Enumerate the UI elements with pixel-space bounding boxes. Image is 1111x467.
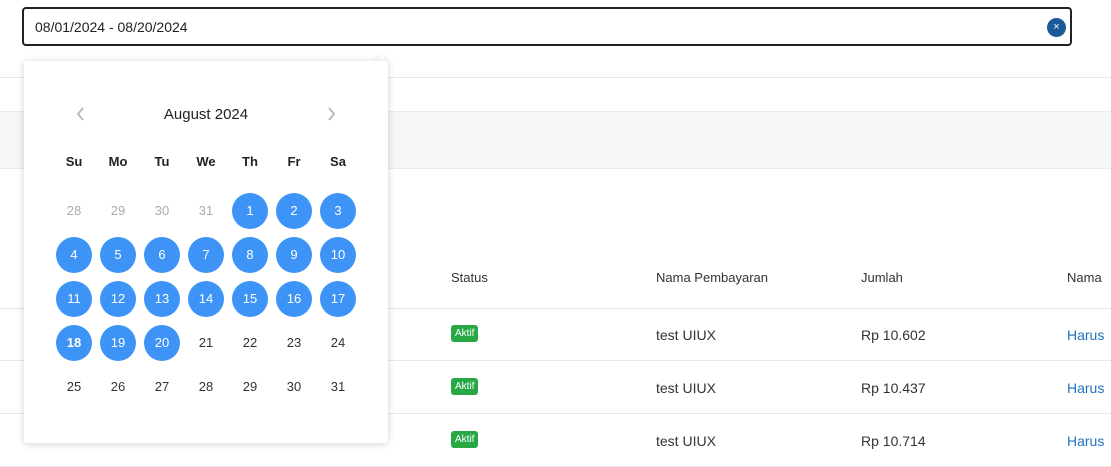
date-range-input[interactable]	[24, 9, 1070, 44]
calendar-day[interactable]: 20	[144, 325, 180, 361]
calendar-day[interactable]: 12	[100, 281, 136, 317]
calendar-day[interactable]: 21	[188, 325, 224, 361]
payment-name-cell: test UIUX	[656, 433, 716, 449]
name-link[interactable]: Harus	[1067, 380, 1104, 396]
calendar-day[interactable]: 29	[232, 369, 268, 405]
calendar-day[interactable]: 19	[100, 325, 136, 361]
close-icon: ×	[1053, 21, 1060, 33]
column-header-name: Nama	[1067, 270, 1102, 285]
name-link[interactable]: Harus	[1067, 433, 1104, 449]
status-badge: Aktif	[451, 325, 479, 342]
calendar-day[interactable]: 2	[276, 193, 312, 229]
calendar-day[interactable]: 25	[56, 369, 92, 405]
calendar-day[interactable]: 22	[232, 325, 268, 361]
calendar-day[interactable]: 23	[276, 325, 312, 361]
calendar-day[interactable]: 11	[56, 281, 92, 317]
amount-cell: Rp 10.437	[861, 380, 926, 396]
calendar-day[interactable]: 1	[232, 193, 268, 229]
calendar-day[interactable]: 31	[188, 193, 224, 229]
weekday-label: Su	[65, 154, 83, 169]
calendar-day[interactable]: 14	[188, 281, 224, 317]
calendar-day[interactable]: 5	[100, 237, 136, 273]
calendar-day[interactable]: 17	[320, 281, 356, 317]
calendar-day[interactable]: 24	[320, 325, 356, 361]
name-link[interactable]: Harus	[1067, 327, 1104, 343]
payment-name-cell: test UIUX	[656, 380, 716, 396]
column-header-amount: Jumlah	[861, 270, 903, 285]
date-picker-calendar: August 2024 Su Mo Tu We Th Fr Sa 28 29 30 3…	[24, 61, 388, 443]
amount-cell: Rp 10.602	[861, 327, 926, 343]
calendar-day[interactable]: 16	[276, 281, 312, 317]
column-header-payment-name: Nama Pembayaran	[656, 270, 768, 285]
weekday-label: We	[196, 154, 216, 169]
amount-cell: Rp 10.714	[861, 433, 926, 449]
calendar-day[interactable]: 9	[276, 237, 312, 273]
weekday-label: Mo	[108, 154, 128, 169]
weekday-label: Sa	[330, 154, 346, 169]
calendar-day[interactable]: 15	[232, 281, 268, 317]
calendar-day[interactable]: 10	[320, 237, 356, 273]
calendar-day[interactable]: 27	[144, 369, 180, 405]
calendar-day[interactable]: 31	[320, 369, 356, 405]
calendar-day[interactable]: 3	[320, 193, 356, 229]
calendar-day[interactable]: 28	[188, 369, 224, 405]
column-header-status: Status	[451, 270, 488, 285]
weekday-label: Th	[242, 154, 258, 169]
calendar-day[interactable]: 26	[100, 369, 136, 405]
calendar-day[interactable]: 7	[188, 237, 224, 273]
calendar-day[interactable]: 28	[56, 193, 92, 229]
calendar-day[interactable]: 4	[56, 237, 92, 273]
weekday-label: Tu	[154, 154, 170, 169]
next-month-button[interactable]	[321, 104, 341, 124]
calendar-day[interactable]: 6	[144, 237, 180, 273]
weekday-label: Fr	[287, 154, 301, 169]
status-badge: Aktif	[451, 431, 479, 448]
payment-name-cell: test UIUX	[656, 327, 716, 343]
calendar-day[interactable]: 29	[100, 193, 136, 229]
calendar-day[interactable]: 13	[144, 281, 180, 317]
calendar-day[interactable]: 30	[276, 369, 312, 405]
date-range-field[interactable]: ×	[22, 7, 1072, 46]
chevron-right-icon	[328, 107, 336, 121]
calendar-day[interactable]: 18	[56, 325, 92, 361]
calendar-day[interactable]: 8	[232, 237, 268, 273]
clear-date-button[interactable]: ×	[1047, 18, 1066, 37]
calendar-day[interactable]: 30	[144, 193, 180, 229]
status-badge: Aktif	[451, 378, 479, 395]
